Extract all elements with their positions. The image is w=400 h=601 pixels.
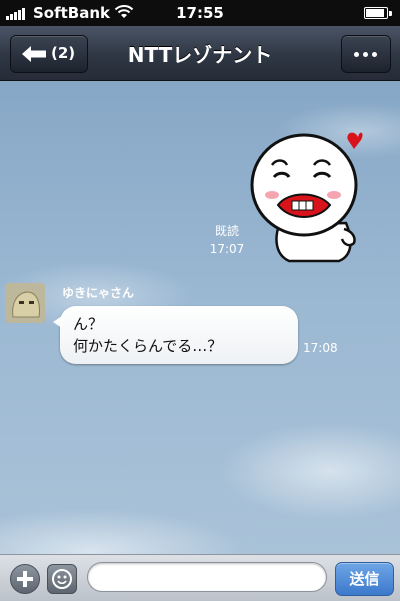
battery-icon: [364, 7, 392, 19]
emoji-icon: [52, 569, 72, 589]
heart-icon: [347, 132, 363, 149]
message-bubble[interactable]: ん？ 何かたくらんでる…？: [53, 306, 298, 364]
status-time: 17:55: [176, 4, 224, 22]
send-button[interactable]: 送信: [335, 562, 394, 596]
more-dots-icon: [354, 52, 359, 57]
more-button[interactable]: [341, 35, 391, 73]
plus-icon: [17, 571, 33, 587]
nav-bar: (2) NTTレゾナント: [0, 26, 400, 81]
back-arrow-icon: [22, 46, 46, 62]
status-bar: SoftBank 17:55: [0, 0, 400, 26]
emoji-button[interactable]: [47, 564, 77, 594]
sender-name: ゆきにゃさん: [62, 286, 135, 300]
message-input[interactable]: [87, 562, 327, 592]
back-button[interactable]: (2): [10, 35, 88, 73]
message-time: 17:08: [303, 341, 338, 355]
chat-area[interactable]: 既読 17:07 ゆきにゃさん ん？ 何かたくらんでる…？ 17:08: [0, 81, 400, 554]
sender-avatar[interactable]: [5, 283, 45, 323]
message-line: 何かたくらんでる…？: [73, 337, 223, 355]
chat-title: NTTレゾナント: [127, 43, 273, 67]
moon-sticker[interactable]: [244, 125, 384, 265]
unread-count: (2): [51, 44, 76, 62]
message-line: ん？: [73, 315, 104, 333]
input-bar: 送信: [0, 554, 400, 601]
add-button[interactable]: [10, 564, 40, 594]
